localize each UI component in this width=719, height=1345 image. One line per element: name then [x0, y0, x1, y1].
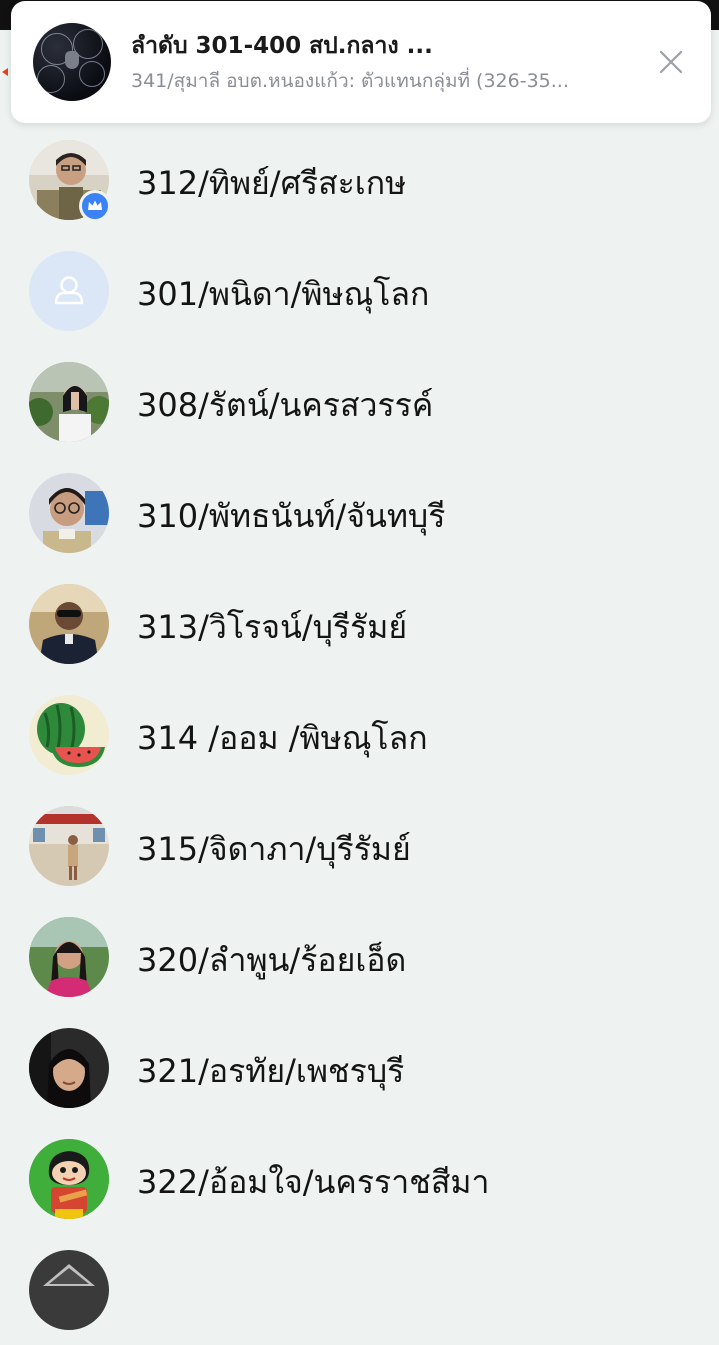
list-item[interactable]: 314 /ออม /พิษณุโลก: [0, 679, 719, 790]
member-name: 308/รัตน์/นครสวรรค์: [137, 386, 434, 424]
list-item[interactable]: 315/จิดาภา/บุรีรัมย์: [0, 790, 719, 901]
crown-icon: [88, 200, 102, 210]
accent-marker: [0, 68, 8, 76]
list-item[interactable]: 312/ทิพย์/ศรีสะเกษ: [0, 124, 719, 235]
list-item[interactable]: 310/พัทธนันท์/จันทบุรี: [0, 457, 719, 568]
member-name: 312/ทิพย์/ศรีสะเกษ: [137, 164, 407, 202]
member-name: 320/ลำพูน/ร้อยเอ็ด: [137, 941, 407, 979]
list-item[interactable]: 308/รัตน์/นครสวรรค์: [0, 346, 719, 457]
member-name: 314 /ออม /พิษณุโลก: [137, 719, 428, 757]
list-item[interactable]: 321/อรทัย/เพชรบุรี: [0, 1012, 719, 1123]
close-icon: [659, 50, 683, 74]
admin-badge: [79, 190, 111, 222]
member-name: 310/พัทธนันท์/จันทบุรี: [137, 497, 446, 535]
avatar: [29, 251, 109, 331]
avatar: [29, 473, 109, 553]
group-avatar-icon: [33, 23, 111, 101]
member-name: 313/วิโรจน์/บุรีรัมย์: [137, 608, 408, 646]
close-button[interactable]: [655, 46, 687, 78]
member-name: 301/พนิดา/พิษณุโลก: [137, 275, 430, 313]
list-item[interactable]: 313/วิโรจน์/บุรีรัมย์: [0, 568, 719, 679]
notification-message: 341/สุมาลี อบต.หนองแก้ว: ตัวแทนกลุ่มที่ …: [131, 70, 569, 92]
member-name: 315/จิดาภา/บุรีรัมย์: [137, 830, 411, 868]
avatar: [29, 1139, 109, 1219]
list-item[interactable]: 320/ลำพูน/ร้อยเอ็ด: [0, 901, 719, 1012]
cartoon-icon: [29, 1139, 109, 1219]
watermelon-icon: [37, 703, 105, 767]
avatar: [29, 695, 109, 775]
list-item[interactable]: 301/พนิดา/พิษณุโลก: [0, 235, 719, 346]
notification-banner[interactable]: ลำดับ 301-400 สป.กลาง ... 341/สุมาลี อบต…: [11, 1, 711, 123]
member-name: 321/อรทัย/เพชรบุรี: [137, 1052, 405, 1090]
avatar: [29, 584, 109, 664]
avatar: [29, 806, 109, 886]
avatar: [29, 917, 109, 997]
list-item[interactable]: [0, 1234, 719, 1345]
avatar: [29, 362, 109, 442]
member-name: 322/อ้อมใจ/นครราชสีมา: [137, 1163, 490, 1201]
avatar: [29, 1028, 109, 1108]
avatar: [29, 1250, 109, 1330]
default-user-icon: [54, 276, 84, 305]
list-item[interactable]: 322/อ้อมใจ/นครราชสีมา: [0, 1123, 719, 1234]
notification-title: ลำดับ 301-400 สป.กลาง ...: [131, 33, 433, 59]
